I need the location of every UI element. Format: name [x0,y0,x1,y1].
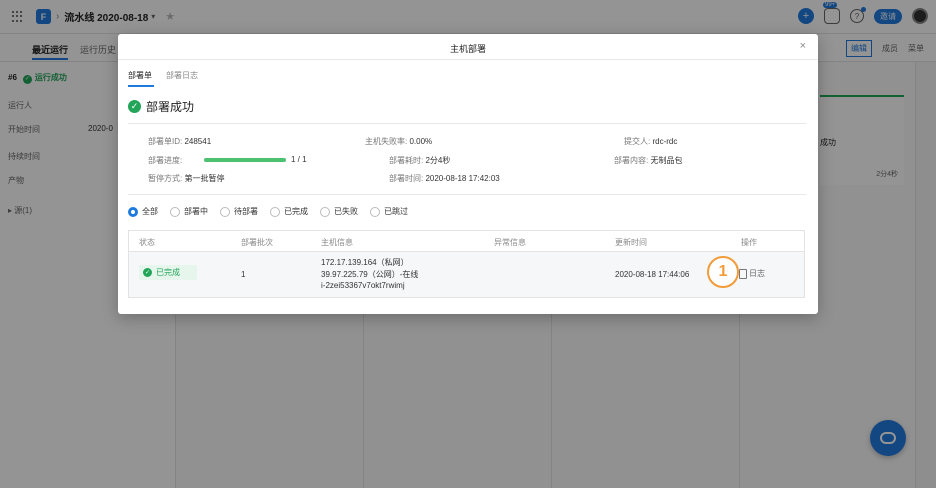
modal-header: 主机部署 × [118,34,818,60]
host-fail-rate: 主机失败率: 0.00% [365,136,432,147]
document-icon [739,268,747,279]
deploy-id-label: 部署单ID: [148,137,185,146]
submitter-label: 提交人: [624,137,653,146]
column-host-info: 主机信息 [321,238,353,247]
success-check-icon: ✓ [128,100,141,113]
table-row: ✓ 已完成 1 172.17.139.164（私网） 39.97.225.79（公… [129,252,804,297]
pause-mode: 暂停方式: 第一批暂停 [148,173,224,184]
filter-label: 待部署 [234,207,258,216]
deploy-progress-bar [204,158,286,162]
view-log-link[interactable]: 日志 [739,268,765,279]
column-updated: 更新时间 [615,238,647,247]
submitter-value: rdc-rdc [652,137,678,146]
column-error: 异常信息 [494,238,526,247]
close-icon[interactable]: × [800,40,806,52]
duration-label: 部署耗时: [389,156,426,165]
host-deploy-modal: 主机部署 × 部署单 部署日志 ✓ 部署成功 部署单ID: 248541 部署进… [118,34,818,314]
host-instance-id: i-2zei53367v7okt7rwimj [321,281,405,290]
host-private-ip: 172.17.139.164（私网） [321,258,409,267]
fail-rate-label: 主机失败率: [365,137,410,146]
success-check-icon: ✓ [143,268,152,277]
content-label: 部署内容: [614,156,651,165]
progress-label: 部署进度: [148,156,183,165]
filter-pending[interactable]: 待部署 [220,206,258,217]
content-value: 无制品包 [650,156,683,165]
status-text: 已完成 [156,268,180,277]
deploy-success-heading: ✓ 部署成功 [128,98,194,115]
updated-cell: 2020-08-18 17:44:06 [615,270,690,279]
tab-deploy-log[interactable]: 部署日志 [166,70,198,81]
pause-label: 暂停方式: [148,174,185,183]
pause-value: 第一批暂停 [184,174,225,183]
time-value: 2020-08-18 17:42:03 [425,174,500,183]
column-batch: 部署批次 [241,238,273,247]
modal-title: 主机部署 [449,44,486,54]
progress-fill [204,158,286,162]
filter-label: 部署中 [184,207,208,216]
deploy-duration: 部署耗时: 2分4秒 [389,155,450,166]
tab-deploy-order[interactable]: 部署单 [128,70,152,81]
filter-deploying[interactable]: 部署中 [170,206,208,217]
fail-rate-value: 0.00% [409,137,433,146]
divider [128,123,806,124]
filter-all[interactable]: 全部 [128,206,158,217]
radio-icon [320,206,330,217]
filter-failed[interactable]: 已失败 [320,206,358,217]
column-status: 状态 [139,238,155,247]
radio-icon [170,206,180,217]
filter-label: 全部 [142,207,158,216]
deploy-content: 部署内容: 无制品包 [614,155,682,166]
host-table: 状态 部署批次 主机信息 异常信息 更新时间 操作 ✓ 已完成 1 172.17.… [128,230,805,298]
status-badge: ✓ 已完成 [139,265,197,280]
log-label: 日志 [749,269,765,278]
duration-value: 2分4秒 [425,156,451,165]
success-title: 部署成功 [146,100,195,114]
divider [128,194,806,195]
column-action: 操作 [741,238,757,247]
filter-label: 已跳过 [384,207,408,216]
host-public-ip: 39.97.225.79（公网）-在线 [321,270,419,279]
radio-icon [270,206,280,217]
deploy-progress-label: 部署进度: [148,155,182,166]
table-header: 状态 部署批次 主机信息 异常信息 更新时间 操作 [129,231,804,252]
tab-underline [128,85,154,87]
deploy-id: 部署单ID: 248541 [148,136,211,147]
submitter: 提交人: rdc-rdc [624,136,677,147]
filter-completed[interactable]: 已完成 [270,206,308,217]
filter-label: 已完成 [284,207,308,216]
step-marker: 1 [707,256,739,288]
radio-icon [128,206,138,217]
deploy-time: 部署时间: 2020-08-18 17:42:03 [389,173,500,184]
progress-text: 1 / 1 [291,155,307,164]
filter-skipped[interactable]: 已跳过 [370,206,408,217]
status-filter-group: 全部 部署中 待部署 已完成 已失败 已跳过 [128,206,420,217]
radio-icon [370,206,380,217]
filter-label: 已失败 [334,207,358,216]
radio-icon [220,206,230,217]
time-label: 部署时间: [389,174,426,183]
deploy-id-value: 248541 [184,137,212,146]
batch-cell: 1 [241,270,246,279]
